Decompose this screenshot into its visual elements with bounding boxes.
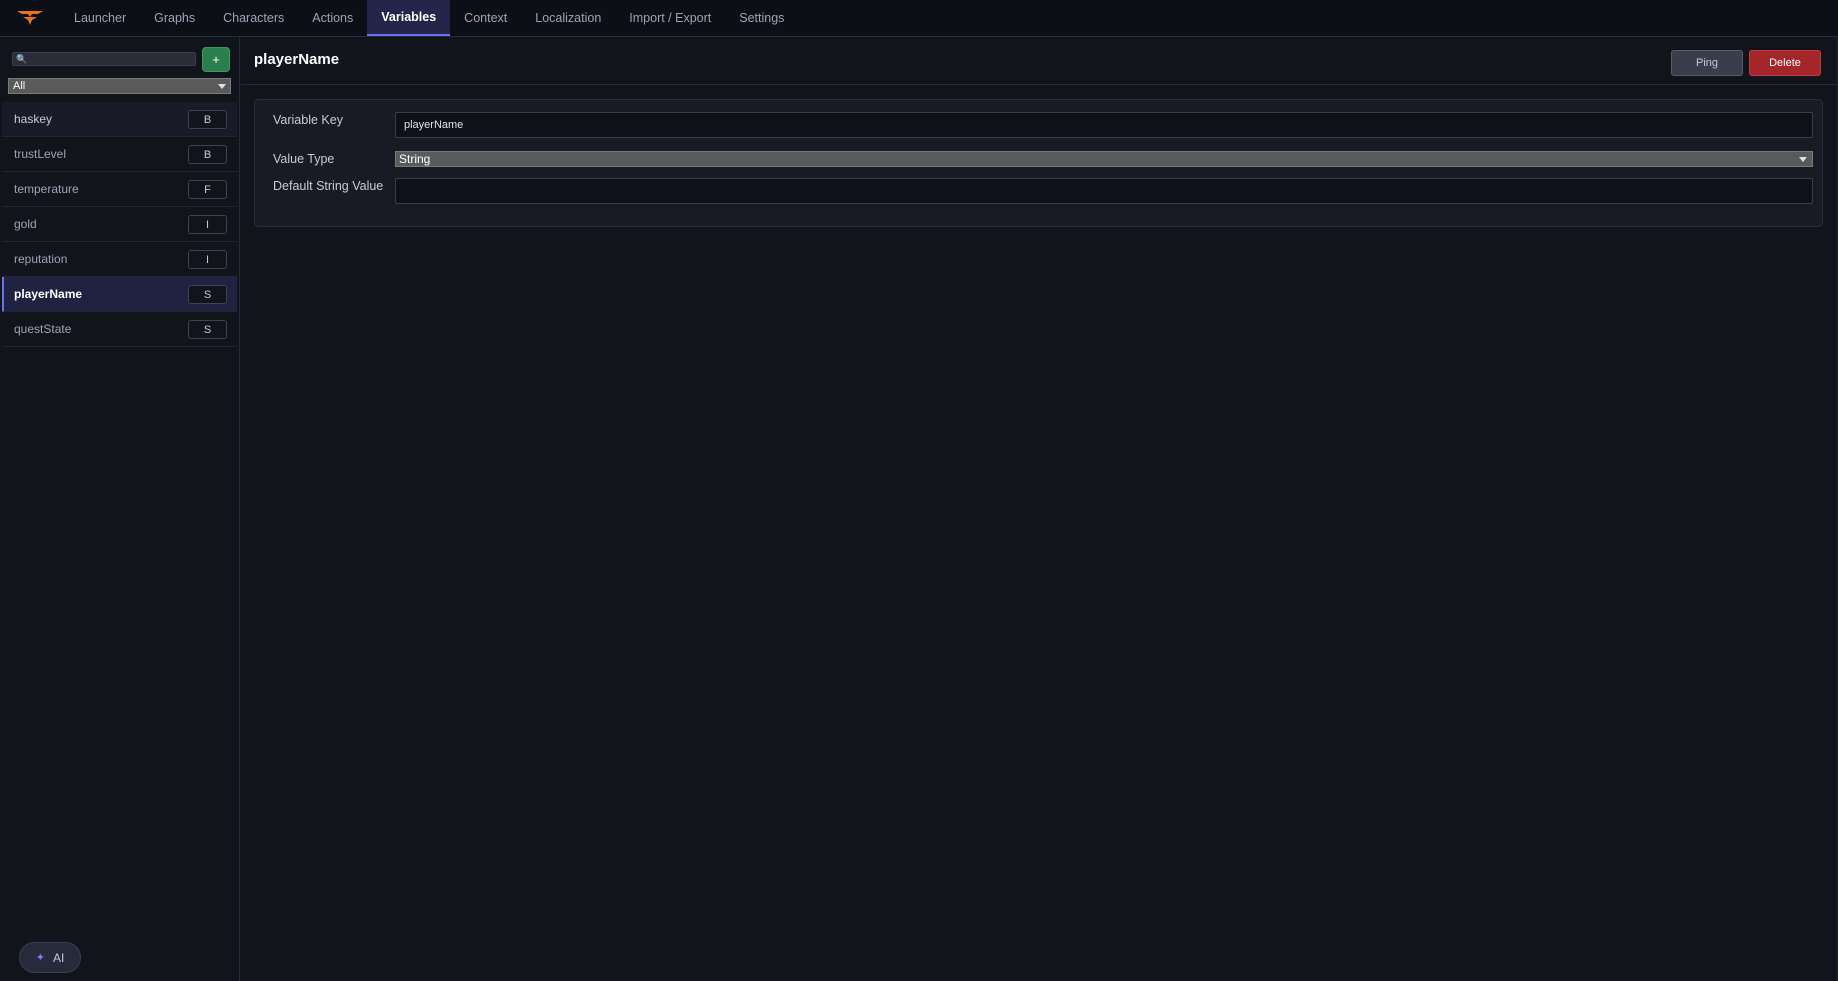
default-string-value-input[interactable] xyxy=(395,178,1813,204)
list-item-selected[interactable]: playerName S xyxy=(2,277,237,312)
variable-editor: playerName Ping Delete Variable Key Valu… xyxy=(241,37,1838,981)
sparkle-icon: ✦ xyxy=(35,952,45,964)
tab-graphs[interactable]: Graphs xyxy=(140,0,209,36)
value-type-label: Value Type xyxy=(273,152,335,166)
bat-logo-icon xyxy=(17,11,43,25)
value-type-value: String xyxy=(399,152,431,166)
list-item[interactable]: gold I xyxy=(2,207,237,242)
type-badge: I xyxy=(188,250,227,269)
type-badge: B xyxy=(188,145,227,164)
search-input[interactable] xyxy=(27,53,193,65)
tab-actions[interactable]: Actions xyxy=(298,0,367,36)
tab-variables[interactable]: Variables xyxy=(367,0,451,36)
variable-name: gold xyxy=(14,217,37,231)
value-type-select[interactable]: String xyxy=(395,151,1813,167)
search-box[interactable]: 🔍 xyxy=(12,52,196,66)
page-title: playerName xyxy=(254,51,340,68)
nav-tabs: Launcher Graphs Characters Actions Varia… xyxy=(60,0,798,36)
list-item[interactable]: trustLevel B xyxy=(2,137,237,172)
app-logo[interactable] xyxy=(0,0,60,36)
variable-name: haskey xyxy=(14,112,53,126)
type-badge: B xyxy=(188,110,227,129)
tab-characters[interactable]: Characters xyxy=(209,0,298,36)
variables-sidebar: 🔍 + All haskey B trustLevel B temperatur… xyxy=(0,37,240,981)
add-variable-button[interactable]: + xyxy=(202,47,230,72)
list-item[interactable]: questState S xyxy=(2,312,237,347)
list-item[interactable]: haskey B xyxy=(2,102,237,137)
type-filter-value: All xyxy=(13,80,26,92)
tab-import-export[interactable]: Import / Export xyxy=(615,0,725,36)
default-string-value-label: Default String Value xyxy=(273,179,384,193)
list-item[interactable]: temperature F xyxy=(2,172,237,207)
variable-list: haskey B trustLevel B temperature F gold… xyxy=(2,102,237,347)
variable-key-label: Variable Key xyxy=(273,113,343,127)
variable-name: temperature xyxy=(14,182,79,196)
variable-name: questState xyxy=(14,322,72,336)
ping-button[interactable]: Ping xyxy=(1671,50,1743,76)
type-badge: S xyxy=(188,320,227,339)
tab-settings[interactable]: Settings xyxy=(725,0,798,36)
type-filter-select[interactable]: All xyxy=(8,78,231,94)
editor-header: playerName Ping Delete xyxy=(241,37,1838,85)
top-nav-bar: Launcher Graphs Characters Actions Varia… xyxy=(0,0,1838,37)
variable-name: reputation xyxy=(14,252,68,266)
variable-name: trustLevel xyxy=(14,147,67,161)
search-row: 🔍 + xyxy=(12,47,232,72)
type-badge: S xyxy=(188,285,227,304)
type-badge: F xyxy=(188,180,227,199)
delete-button[interactable]: Delete xyxy=(1749,50,1821,76)
search-icon: 🔍 xyxy=(16,54,28,64)
type-badge: I xyxy=(188,215,227,234)
tab-context[interactable]: Context xyxy=(450,0,521,36)
tab-launcher[interactable]: Launcher xyxy=(60,0,140,36)
list-item[interactable]: reputation I xyxy=(2,242,237,277)
variable-key-input[interactable] xyxy=(395,112,1813,138)
ai-assistant-button[interactable]: ✦ AI xyxy=(19,942,81,973)
tab-localization[interactable]: Localization xyxy=(521,0,615,36)
ai-button-label: AI xyxy=(52,950,65,965)
variable-properties-panel: Variable Key Value Type String Default S… xyxy=(254,99,1823,227)
variable-name: playerName xyxy=(14,287,83,301)
chevron-down-icon xyxy=(1799,157,1807,162)
chevron-down-icon xyxy=(218,84,226,89)
